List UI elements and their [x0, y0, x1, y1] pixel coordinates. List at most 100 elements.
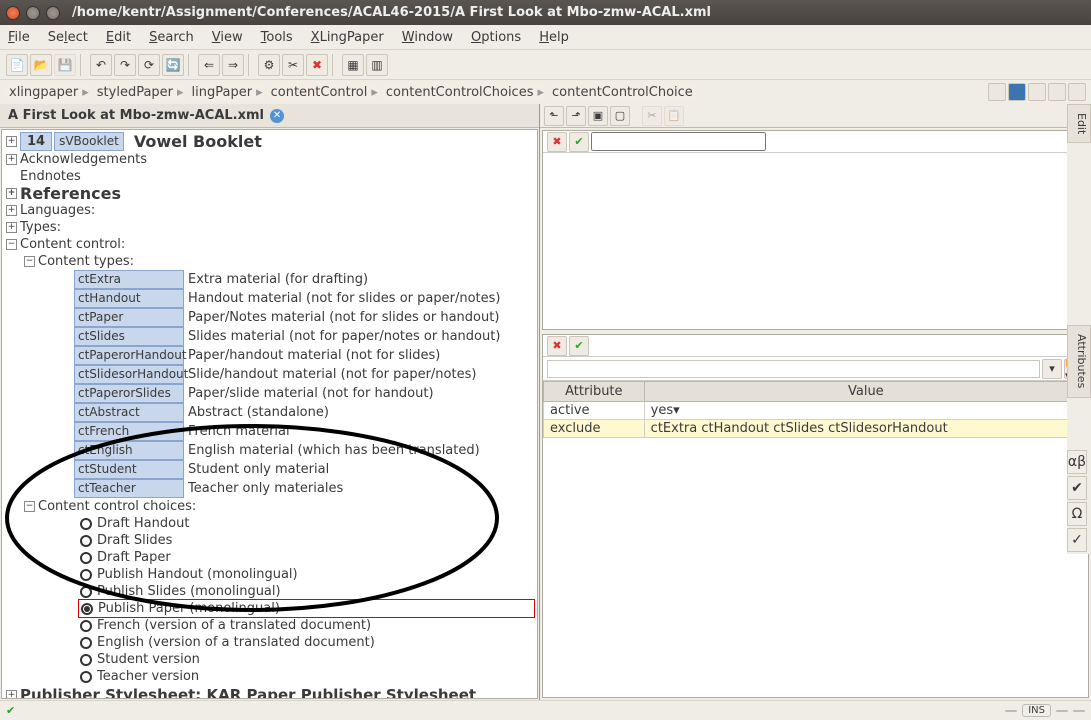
radio-icon[interactable] — [80, 569, 92, 581]
status-ins[interactable]: INS — [1022, 704, 1051, 717]
breadcrumb-seg[interactable]: xlingpaper▸ — [5, 82, 91, 102]
expand-icon[interactable]: + — [6, 222, 17, 233]
menu-select[interactable]: Select — [48, 30, 88, 45]
collapse-icon[interactable]: − — [24, 256, 35, 267]
content-type-row[interactable]: ctEnglishEnglish material (which has bee… — [74, 441, 533, 460]
tree-item-cc-choices[interactable]: −Content control choices: — [24, 498, 533, 515]
tree-item-types[interactable]: +Types: — [6, 219, 533, 236]
radio-icon[interactable] — [80, 535, 92, 547]
content-type-row[interactable]: ctFrenchFrench material — [74, 422, 533, 441]
menu-help[interactable]: Help — [539, 30, 569, 45]
cc-choice[interactable]: Publish Slides (monolingual) — [80, 583, 533, 600]
expand-icon[interactable]: + — [6, 136, 17, 147]
breadcrumb-seg[interactable]: lingPaper▸ — [188, 82, 265, 102]
edit-input[interactable] — [591, 132, 766, 151]
tree-item-endnotes[interactable]: Endnotes — [6, 168, 533, 185]
attr-row[interactable]: activeyes▾ — [544, 402, 1088, 420]
gear-icon[interactable] — [1028, 83, 1046, 101]
breadcrumb-seg[interactable]: styledPaper▸ — [93, 82, 186, 102]
cc-choice[interactable]: Draft Paper — [80, 549, 533, 566]
insert-after-icon[interactable]: ⬏ — [566, 106, 586, 126]
content-type-row[interactable]: ctSlidesSlides material (not for paper/n… — [74, 327, 533, 346]
undo-icon[interactable]: ↶ — [90, 54, 112, 76]
expand-icon[interactable]: + — [6, 205, 17, 216]
content-type-row[interactable]: ctHandoutHandout material (not for slide… — [74, 289, 533, 308]
menu-window[interactable]: Window — [402, 30, 453, 45]
cc-choice[interactable]: Draft Slides — [80, 532, 533, 549]
radio-icon[interactable] — [80, 620, 92, 632]
edit-textarea[interactable] — [543, 153, 1088, 329]
attr-value[interactable]: yes▾ — [644, 402, 1087, 420]
file-tab[interactable]: A First Look at Mbo-zmw-ACAL.xml ✕ — [0, 104, 539, 128]
content-type-row[interactable]: ctPaperorHandoutPaper/handout material (… — [74, 346, 533, 365]
menu-xlingpaper[interactable]: XLingPaper — [311, 30, 384, 45]
content-type-row[interactable]: ctAbstractAbstract (standalone) — [74, 403, 533, 422]
minimize-icon[interactable] — [26, 6, 40, 20]
expand-icon[interactable] — [1068, 83, 1086, 101]
menu-tools[interactable]: Tools — [261, 30, 293, 45]
spellcheck-icon[interactable]: ✔ — [1067, 476, 1087, 500]
toggle-1-icon[interactable]: ▦ — [342, 54, 364, 76]
attr-value-input[interactable] — [591, 336, 1084, 355]
collapse-icon[interactable] — [1048, 83, 1066, 101]
pick-attr-icon[interactable]: ▾ — [1042, 359, 1062, 379]
cc-choice[interactable]: Student version — [80, 651, 533, 668]
expand-icon[interactable]: + — [6, 154, 17, 165]
confirm-edit-icon[interactable]: ✔ — [569, 132, 589, 152]
content-type-row[interactable]: ctSlidesorHandoutSlide/handout material … — [74, 365, 533, 384]
cut-icon[interactable]: ✂ — [282, 54, 304, 76]
tree-view[interactable]: + 14 sVBooklet Vowel Booklet +Acknowledg… — [1, 129, 538, 699]
tree-item-languages[interactable]: +Languages: — [6, 202, 533, 219]
attr-value[interactable]: ctExtra ctHandout ctSlides ctSlidesorHan… — [644, 420, 1087, 438]
cc-choice[interactable]: Teacher version — [80, 668, 533, 685]
menu-search[interactable]: Search — [149, 30, 194, 45]
radio-icon[interactable] — [80, 654, 92, 666]
cancel-edit-icon[interactable]: ✖ — [547, 132, 567, 152]
nav-fwd-icon[interactable]: ⇒ — [222, 54, 244, 76]
unwrap-icon[interactable]: ▢ — [610, 106, 630, 126]
special-chars-icon[interactable]: αβ — [1067, 450, 1087, 474]
new-file-icon[interactable]: 📄 — [6, 54, 28, 76]
tree-item-ack[interactable]: +Acknowledgements — [6, 151, 533, 168]
side-tab-edit[interactable]: Edit — [1067, 104, 1091, 143]
content-type-row[interactable]: ctPaperPaper/Notes material (not for sli… — [74, 308, 533, 327]
cc-choice[interactable]: Publish Handout (monolingual) — [80, 566, 533, 583]
refresh-icon[interactable]: ⟳ — [138, 54, 160, 76]
validate-icon[interactable]: ✓ — [1067, 528, 1087, 552]
radio-icon[interactable] — [81, 603, 93, 615]
tree-item-content-types[interactable]: −Content types: — [24, 253, 533, 270]
th-value[interactable]: Value — [644, 382, 1087, 402]
cc-choice[interactable]: English (version of a translated documen… — [80, 634, 533, 651]
close-icon[interactable] — [6, 6, 20, 20]
radio-icon[interactable] — [80, 518, 92, 530]
cc-choice[interactable]: Draft Handout — [80, 515, 533, 532]
maximize-icon[interactable] — [46, 6, 60, 20]
expand-icon[interactable]: + — [6, 188, 17, 199]
tree-item-pubstyle[interactable]: + Publisher Stylesheet: KAR Paper Publis… — [6, 687, 533, 699]
radio-icon[interactable] — [80, 637, 92, 649]
th-attribute[interactable]: Attribute — [544, 382, 645, 402]
config-icon[interactable]: ⚙ — [258, 54, 280, 76]
tree-item-references[interactable]: +References — [6, 185, 533, 202]
menu-view[interactable]: View — [212, 30, 243, 45]
delete-icon[interactable]: ✖ — [306, 54, 328, 76]
world-icon[interactable] — [1008, 83, 1026, 101]
content-type-row[interactable]: ctTeacherTeacher only materiales — [74, 479, 533, 498]
cc-choice[interactable]: Publish Paper (monolingual) — [81, 600, 532, 617]
omega-icon[interactable]: Ω — [1067, 502, 1087, 526]
cancel-attr-icon[interactable]: ✖ — [547, 336, 567, 356]
side-tab-attributes[interactable]: Attributes — [1067, 325, 1091, 397]
confirm-attr-icon[interactable]: ✔ — [569, 336, 589, 356]
breadcrumb-seg[interactable]: contentControlChoice — [548, 82, 697, 102]
palette-icon[interactable] — [988, 83, 1006, 101]
menu-file[interactable]: File — [8, 30, 30, 45]
tree-item-booklet[interactable]: + 14 sVBooklet Vowel Booklet — [6, 132, 533, 151]
sync-icon[interactable]: 🔄 — [162, 54, 184, 76]
content-type-row[interactable]: ctStudentStudent only material — [74, 460, 533, 479]
radio-icon[interactable] — [80, 586, 92, 598]
toggle-2-icon[interactable]: ▥ — [366, 54, 388, 76]
attr-filter-input[interactable] — [547, 360, 1040, 378]
radio-icon[interactable] — [80, 552, 92, 564]
cc-choice[interactable]: French (version of a translated document… — [80, 617, 533, 634]
open-folder-icon[interactable]: 📂 — [30, 54, 52, 76]
